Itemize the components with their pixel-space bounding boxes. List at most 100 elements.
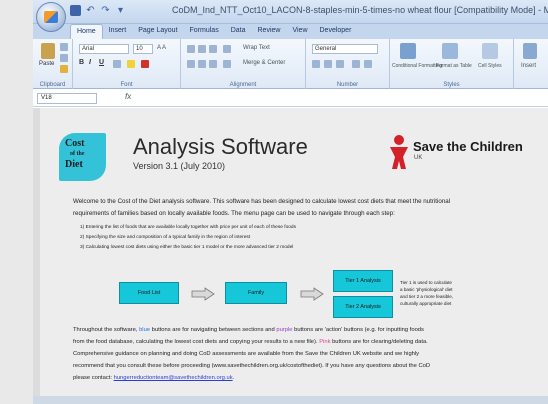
info-text: from the food database, calculating the … [73, 339, 320, 345]
save-icon[interactable] [70, 5, 81, 16]
info-text: please contact: [73, 375, 114, 381]
contact-email-link[interactable]: hungerreductionteam@savethechildren.org.… [114, 375, 233, 381]
comma-icon[interactable] [336, 60, 344, 68]
cells-group: Insert [514, 39, 548, 89]
merge-center-button[interactable]: Merge & Center [243, 60, 285, 68]
tab-developer[interactable]: Developer [314, 24, 358, 39]
font-size-combo[interactable]: 10 [133, 44, 153, 54]
align-middle-icon[interactable] [198, 45, 206, 53]
cost-of-diet-logo: Cost of the Diet [59, 133, 106, 181]
format-painter-icon[interactable] [60, 65, 68, 73]
insert-cells-label[interactable]: Insert [521, 63, 536, 71]
italic-icon[interactable]: I [89, 59, 97, 67]
currency-icon[interactable] [312, 60, 320, 68]
info-line-5: please contact: hungerreductionteam@save… [73, 375, 234, 381]
alignment-group: Wrap Text Merge & Center Alignment [181, 39, 306, 89]
app-version: Version 3.1 (July 2010) [133, 161, 226, 171]
align-top-icon[interactable] [187, 45, 195, 53]
tab-view[interactable]: View [286, 24, 313, 39]
conditional-formatting-icon[interactable] [400, 43, 416, 59]
screen-background [0, 0, 33, 404]
align-center-icon[interactable] [198, 60, 206, 68]
office-logo-icon [44, 11, 58, 23]
grow-shrink-font-icon[interactable]: A A [157, 45, 166, 53]
excel-window: ↶ ↷ ▾ CoDM_Ind_NTT_Oct10_LACON-8-staples… [0, 0, 548, 404]
app-title: Analysis Software [133, 134, 308, 159]
align-left-icon[interactable] [187, 60, 195, 68]
info-text: buttons are for navigating between secti… [150, 327, 277, 333]
org-name: Save the Children [413, 139, 523, 154]
tab-data[interactable]: Data [225, 24, 252, 39]
tab-insert[interactable]: Insert [103, 24, 133, 39]
welcome-line-2: requirements of families based on locall… [73, 210, 395, 217]
logo-text-line1: Cost [65, 138, 85, 149]
insert-function-icon[interactable]: fx [125, 92, 131, 101]
format-as-table-label[interactable]: Format as Table [436, 63, 472, 71]
tier2-analysis-button[interactable]: Tier 2 Analysis [333, 296, 393, 318]
conditional-formatting-label[interactable]: Conditional Formatting [392, 63, 442, 71]
orientation-icon[interactable] [223, 45, 231, 53]
office-button[interactable] [36, 2, 66, 32]
info-line-3: Comprehensive guidance on planning and d… [73, 351, 420, 357]
cut-icon[interactable] [60, 43, 68, 51]
insert-cells-icon[interactable] [523, 43, 537, 59]
format-as-table-icon[interactable] [442, 43, 458, 59]
borders-icon[interactable] [113, 60, 121, 68]
right-arrow-icon [300, 287, 324, 301]
paste-label: Paste [39, 61, 55, 67]
percent-icon[interactable] [324, 60, 332, 68]
tab-formulas[interactable]: Formulas [184, 24, 225, 39]
ribbon-tabs: Home Insert Page Layout Formulas Data Re… [33, 24, 548, 39]
font-group-label: Font [120, 82, 133, 88]
org-country: UK [414, 155, 423, 161]
horizontal-scrollbar[interactable] [33, 396, 548, 404]
tier-note-line-4: culturally appropriate diet [400, 301, 452, 306]
cell-styles-icon[interactable] [482, 43, 498, 59]
fill-color-icon[interactable] [127, 60, 135, 68]
number-group-label: Number [336, 82, 359, 88]
bold-icon[interactable]: B [79, 59, 87, 67]
font-color-icon[interactable] [141, 60, 149, 68]
family-button[interactable]: Family [225, 282, 287, 304]
pink-highlight: Pink [319, 339, 331, 345]
quick-access-toolbar: ↶ ↷ ▾ [70, 5, 126, 16]
undo-icon[interactable]: ↶ [85, 5, 96, 16]
indent-icon[interactable] [223, 60, 231, 68]
underline-icon[interactable]: U [99, 59, 107, 67]
welcome-line-1: Welcome to the Cost of the Diet analysis… [73, 198, 451, 205]
info-line-4: recommend that you consult these before … [73, 363, 431, 369]
copy-icon[interactable] [60, 54, 68, 62]
increase-decimal-icon[interactable] [352, 60, 360, 68]
food-list-button[interactable]: Food List [119, 282, 179, 304]
save-the-children-logo-icon [390, 135, 408, 169]
purple-highlight: purple [276, 327, 293, 333]
cell-styles-label[interactable]: Cell Styles [478, 63, 502, 71]
font-name-combo[interactable]: Arial [79, 44, 129, 54]
redo-icon[interactable]: ↷ [100, 5, 111, 16]
number-group: General Number [306, 39, 390, 89]
customize-qat-icon[interactable]: ▾ [115, 5, 126, 16]
tier1-analysis-button[interactable]: Tier 1 Analysis [333, 270, 393, 292]
tier-note-line-3: and tier 2 a more feasible, [400, 294, 454, 299]
step-3: 3) Calculating lowest cost diets using e… [80, 245, 294, 250]
name-box[interactable]: V18 [37, 93, 97, 104]
paste-icon[interactable] [41, 43, 55, 59]
formula-bar: V18 fx [33, 89, 548, 107]
align-right-icon[interactable] [209, 60, 217, 68]
tab-home[interactable]: Home [70, 24, 103, 39]
logo-text-line2: of the [70, 151, 85, 157]
align-bottom-icon[interactable] [209, 45, 217, 53]
info-line-1: Throughout the software, blue buttons ar… [73, 327, 424, 333]
step-2: 2) Specifying the size and composition o… [80, 235, 251, 240]
tab-page-layout[interactable]: Page Layout [132, 24, 183, 39]
tab-review[interactable]: Review [252, 24, 287, 39]
ribbon: Paste Clipboard Arial 10 A A B I U Font … [33, 39, 548, 89]
number-format-combo[interactable]: General [312, 44, 378, 54]
blue-highlight: blue [139, 327, 151, 333]
styles-group-label: Styles [443, 82, 460, 88]
window-title: CoDM_Ind_NTT_Oct10_LACON-8-staples-min-5… [172, 5, 548, 15]
wrap-text-button[interactable]: Wrap Text [243, 45, 270, 53]
info-text: buttons are for clearing/deleting data. [330, 339, 428, 345]
info-text: . [232, 375, 235, 381]
decrease-decimal-icon[interactable] [364, 60, 372, 68]
